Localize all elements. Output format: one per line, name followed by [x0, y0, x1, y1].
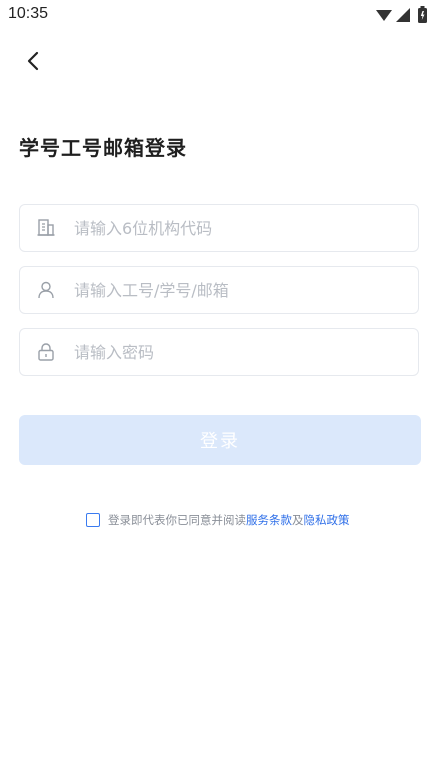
- org-code-field[interactable]: [19, 204, 419, 252]
- status-bar: 10:35: [0, 0, 440, 30]
- privacy-link[interactable]: 隐私政策: [304, 512, 350, 528]
- page-title: 学号工号邮箱登录: [19, 136, 187, 160]
- account-input[interactable]: [74, 267, 404, 313]
- terms-link[interactable]: 服务条款: [246, 512, 292, 528]
- back-button[interactable]: [18, 46, 48, 76]
- building-icon: [36, 218, 56, 238]
- agreement-and: 及: [292, 513, 304, 527]
- org-code-input[interactable]: [74, 205, 404, 251]
- cell-signal-icon: [396, 8, 410, 22]
- account-field[interactable]: [19, 266, 419, 314]
- battery-icon: [418, 6, 427, 23]
- password-field[interactable]: [19, 328, 419, 376]
- agreement-row: 登录即代表你已同意并阅读 服务条款 及 隐私政策: [86, 510, 350, 530]
- agreement-prefix: 登录即代表你已同意并阅读: [108, 513, 246, 527]
- status-icons: [374, 5, 434, 25]
- user-icon: [36, 280, 56, 300]
- wifi-icon: [376, 10, 392, 21]
- lock-icon: [36, 342, 56, 362]
- chevron-left-icon: [27, 51, 39, 71]
- agreement-checkbox[interactable]: [86, 513, 100, 527]
- login-button[interactable]: 登录: [19, 415, 421, 465]
- password-input[interactable]: [74, 329, 404, 375]
- login-screen: 10:35 学号工号邮箱登录 请输入6位机构代码 请输入工号/学号/邮箱 登录 …: [0, 0, 440, 770]
- status-time: 10:35: [8, 5, 49, 22]
